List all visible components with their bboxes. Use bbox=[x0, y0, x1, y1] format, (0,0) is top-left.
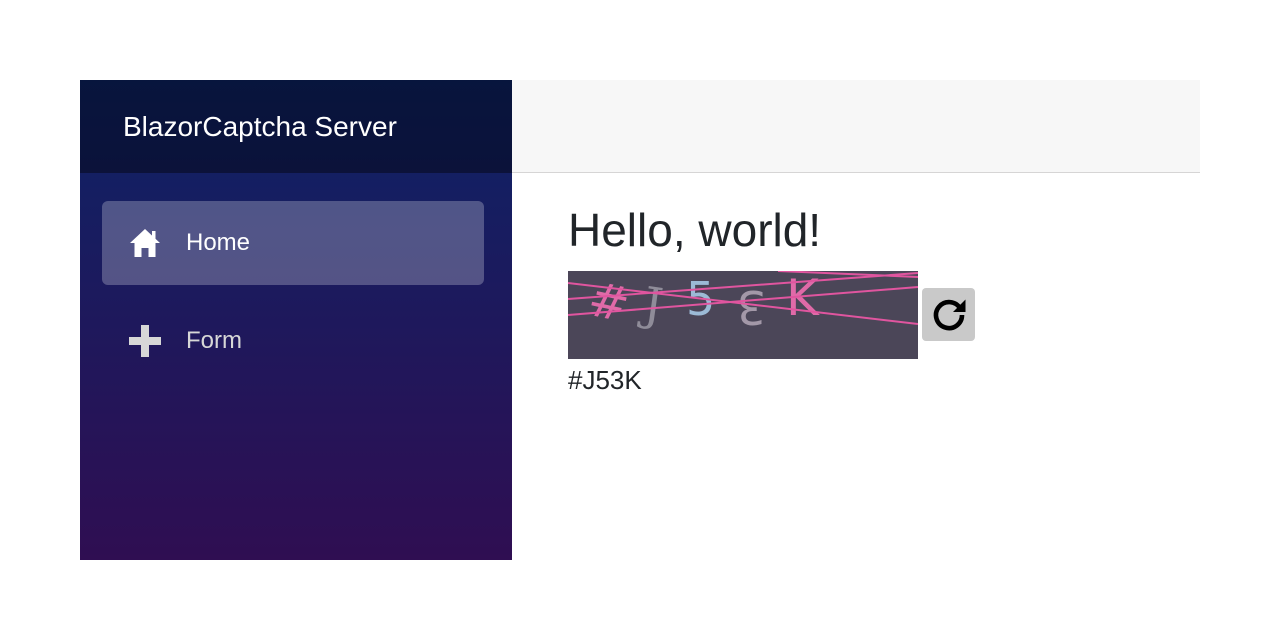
sidebar: BlazorCaptcha Server Home Form bbox=[80, 80, 512, 560]
captcha-char: K bbox=[786, 271, 820, 327]
captcha-row: # J 5 3 K bbox=[568, 270, 1200, 359]
sidebar-item-home[interactable]: Home bbox=[102, 201, 484, 285]
app-shell: BlazorCaptcha Server Home Form Hello, wo… bbox=[80, 80, 1200, 560]
sidebar-item-label: Home bbox=[186, 229, 251, 256]
brand-bar: BlazorCaptcha Server bbox=[80, 80, 512, 173]
brand-link[interactable]: BlazorCaptcha Server bbox=[123, 111, 397, 143]
top-row bbox=[512, 80, 1200, 173]
refresh-captcha-button[interactable] bbox=[922, 288, 975, 342]
captcha-image: # J 5 3 K bbox=[568, 270, 918, 359]
captcha-code-text: #J53K bbox=[568, 364, 642, 395]
page-content: Hello, world! # J 5 3 K bbox=[512, 173, 1200, 396]
sidebar-item-form[interactable]: Form bbox=[102, 299, 484, 383]
page-title: Hello, world! bbox=[568, 204, 822, 256]
refresh-icon bbox=[933, 299, 965, 330]
captcha-char: 3 bbox=[737, 280, 766, 334]
plus-icon bbox=[128, 324, 162, 358]
home-icon bbox=[128, 226, 162, 260]
sidebar-item-label: Form bbox=[186, 327, 242, 354]
main-area: Hello, world! # J 5 3 K bbox=[512, 80, 1200, 560]
sidebar-nav: Home Form bbox=[80, 173, 512, 383]
